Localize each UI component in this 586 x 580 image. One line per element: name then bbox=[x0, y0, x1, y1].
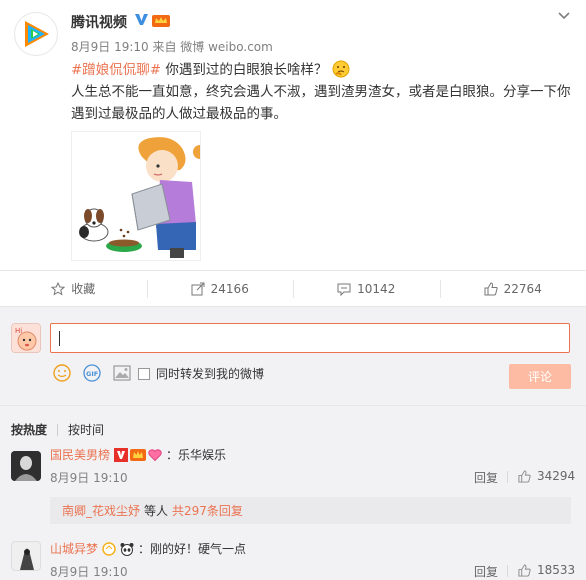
composer-tools: GIF bbox=[52, 363, 132, 383]
cartoon-avatar-icon: Hi bbox=[12, 324, 40, 352]
star-icon bbox=[51, 281, 66, 296]
post-content: #蹭娘侃侃聊# 你遇到过的白眼狼长啥样？ 人生总不能一直如意，终究会遇人不淑，遇… bbox=[71, 59, 571, 125]
smiley-icon bbox=[53, 364, 71, 382]
comment-time: 8月9日 19:10 bbox=[50, 471, 128, 485]
sub-reply-mid: 等人 bbox=[144, 504, 169, 518]
reply-button[interactable]: 回复 bbox=[474, 469, 498, 486]
profile-photo-icon bbox=[11, 451, 41, 481]
comment-like-button[interactable]: 34294 bbox=[518, 469, 575, 483]
post-body: 人生总不能一直如意，终究会遇人不淑，遇到渣男渣女，或者是白眼狼。分享一下你遇到过… bbox=[71, 84, 571, 122]
commenter-avatar[interactable] bbox=[11, 451, 41, 481]
comment-input[interactable] bbox=[50, 323, 570, 353]
image-upload-button[interactable] bbox=[112, 363, 132, 383]
repost-count: 24166 bbox=[210, 281, 249, 296]
gif-button[interactable]: GIF bbox=[82, 363, 102, 383]
comment-button[interactable]: 10142 bbox=[293, 271, 440, 306]
like-count: 22764 bbox=[503, 281, 542, 296]
thinking-emoji-icon bbox=[332, 60, 350, 78]
commenter-avatar[interactable] bbox=[11, 541, 41, 571]
comment-like-count: 18533 bbox=[537, 563, 576, 577]
commenter-name[interactable]: 山城异梦 bbox=[50, 540, 98, 557]
sort-separator bbox=[57, 423, 59, 436]
vip-crown-icon[interactable] bbox=[130, 448, 147, 461]
favorite-label: 收藏 bbox=[71, 282, 96, 296]
repost-label: 同时转发到我的微博 bbox=[156, 367, 265, 381]
vip-crown-icon[interactable] bbox=[152, 13, 170, 27]
svg-text:GIF: GIF bbox=[86, 370, 98, 378]
repost-to-my-weibo-toggle[interactable]: 同时转发到我的微博 bbox=[138, 365, 264, 382]
topic-link[interactable]: #蹭娘侃侃聊# bbox=[71, 62, 161, 78]
member-level-icon bbox=[102, 541, 116, 556]
reply-button[interactable]: 回复 bbox=[474, 563, 498, 580]
comment-count: 10142 bbox=[357, 281, 396, 296]
comment-like-count: 34294 bbox=[537, 469, 576, 483]
sort-by-time-tab[interactable]: 按时间 bbox=[68, 421, 104, 438]
panda-badge-icon bbox=[120, 542, 134, 556]
thumbs-up-icon bbox=[518, 469, 531, 483]
comment-like-button[interactable]: 18533 bbox=[518, 563, 575, 577]
post-action-bar: 收藏 24166 10142 22764 bbox=[0, 270, 586, 307]
my-avatar[interactable]: Hi bbox=[11, 323, 41, 353]
sub-reply-count-link[interactable]: 共297条回复 bbox=[172, 502, 243, 519]
verified-v-icon bbox=[135, 14, 148, 25]
heart-badge-icon bbox=[148, 448, 162, 461]
comment-2-line: 山城异梦 ：刚的好！硬气一点 bbox=[50, 540, 246, 557]
verified-red-v-icon bbox=[114, 447, 129, 462]
divider bbox=[0, 405, 586, 406]
repost-icon bbox=[191, 282, 205, 295]
favorite-button[interactable]: 收藏 bbox=[0, 271, 147, 306]
sort-by-hot-tab[interactable]: 按热度 bbox=[11, 421, 47, 438]
weibo-post: 腾讯视频 8月9日 19:10 来自 微博 weibo.com #蹭娘侃侃聊# … bbox=[0, 0, 586, 307]
thumbs-up-icon bbox=[518, 563, 531, 577]
girl-feeding-dog-illustration bbox=[72, 132, 200, 260]
author-name[interactable]: 腾讯视频 bbox=[71, 12, 127, 32]
comment-1-line: 国民美男榜 ：乐华娱乐 bbox=[50, 446, 226, 463]
text-cursor bbox=[59, 331, 60, 346]
repost-checkbox[interactable] bbox=[138, 367, 150, 380]
post-image[interactable] bbox=[71, 131, 201, 261]
profile-photo-icon bbox=[12, 542, 40, 570]
comment-icon bbox=[337, 283, 351, 296]
repost-button[interactable]: 24166 bbox=[146, 271, 294, 306]
image-icon bbox=[113, 365, 131, 381]
sub-replies-summary[interactable]: 南卿_花戏尘妤 等人 共297条回复 bbox=[50, 497, 571, 524]
sub-reply-user[interactable]: 南卿_花戏尘妤 bbox=[62, 502, 140, 519]
comment-section: Hi GIF 同时转发到我的微博 评论 按热度 按时间 国民美男榜 ：乐华娱乐 … bbox=[0, 307, 586, 580]
gif-icon: GIF bbox=[83, 364, 101, 382]
like-button[interactable]: 22764 bbox=[439, 271, 586, 306]
author-avatar[interactable] bbox=[14, 12, 58, 56]
post-meta: 8月9日 19:10 来自 微博 weibo.com bbox=[71, 40, 273, 54]
comment-text: ：刚的好！硬气一点 bbox=[138, 542, 247, 556]
comment-time: 8月9日 19:10 bbox=[50, 565, 128, 579]
action-separator bbox=[507, 565, 508, 577]
comment-text: ：乐华娱乐 bbox=[166, 448, 227, 462]
thumbs-up-icon bbox=[484, 281, 498, 295]
emoji-picker-button[interactable] bbox=[52, 363, 72, 383]
chevron-down-icon[interactable] bbox=[556, 8, 572, 24]
submit-comment-button[interactable]: 评论 bbox=[509, 364, 571, 389]
action-separator bbox=[507, 471, 508, 483]
post-headline: 你遇到过的白眼狼长啥样？ bbox=[165, 62, 328, 78]
sort-tabs: 按热度 按时间 bbox=[11, 421, 104, 438]
commenter-name[interactable]: 国民美男榜 bbox=[50, 446, 110, 463]
svg-text:Hi: Hi bbox=[15, 327, 22, 335]
tencent-video-logo-icon bbox=[25, 21, 49, 47]
